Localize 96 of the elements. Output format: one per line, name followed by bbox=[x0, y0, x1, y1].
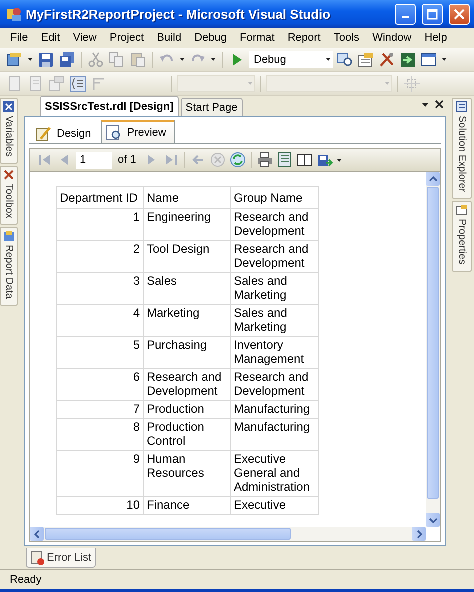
view-tab[interactable]: Preview bbox=[101, 120, 176, 143]
maximize-button[interactable] bbox=[422, 4, 443, 24]
find-icon[interactable] bbox=[337, 52, 353, 68]
design-icon bbox=[36, 126, 52, 142]
table-cell: Tool Design bbox=[144, 240, 230, 272]
page-setup-icon[interactable] bbox=[297, 152, 314, 168]
table-cell: 10 bbox=[56, 496, 144, 514]
table-cell: Purchasing bbox=[144, 336, 230, 368]
document-tab[interactable]: Start Page bbox=[180, 98, 243, 116]
table-cell: 9 bbox=[56, 450, 144, 496]
table-cell: Executive General and Administration bbox=[230, 450, 318, 496]
scroll-left-button[interactable] bbox=[30, 527, 44, 541]
scroll-up-button[interactable] bbox=[426, 172, 440, 186]
table-cell: Research and Development bbox=[230, 208, 318, 240]
side-panel-tab[interactable]: Solution Explorer bbox=[452, 98, 472, 200]
solution-icon bbox=[456, 101, 468, 113]
scrollbar-thumb[interactable] bbox=[427, 187, 439, 499]
maximize-icon[interactable] bbox=[427, 8, 438, 20]
properties-icon[interactable] bbox=[358, 52, 374, 68]
menu-item[interactable]: Build bbox=[150, 30, 188, 46]
table-cell: Inventory Management bbox=[230, 336, 318, 368]
menu-item[interactable]: Project bbox=[103, 30, 151, 46]
outline-icon[interactable] bbox=[70, 76, 86, 92]
side-panel-tab[interactable]: Toolbox bbox=[0, 166, 18, 226]
caret-icon[interactable] bbox=[336, 156, 344, 164]
table-cell: 5 bbox=[56, 336, 144, 368]
preview-icon bbox=[106, 124, 122, 140]
refresh-icon[interactable] bbox=[230, 152, 246, 168]
table-cell: Research and Development bbox=[144, 368, 230, 400]
page-number-field[interactable]: 1 bbox=[76, 152, 112, 168]
window-title: MyFirstR2ReportProject - Microsoft Visual Studio bbox=[26, 6, 332, 22]
properties-icon bbox=[456, 204, 468, 216]
import-icon[interactable] bbox=[400, 52, 416, 68]
document-tab[interactable]: SSISSrcTest.rdl [Design] bbox=[40, 96, 179, 116]
side-panel-tab[interactable]: Report Data bbox=[0, 227, 18, 306]
menu-item[interactable]: Format bbox=[234, 30, 282, 46]
table-cell: 8 bbox=[56, 418, 144, 450]
column-header: Department ID bbox=[56, 186, 144, 208]
configuration-dropdown[interactable]: Debug bbox=[249, 51, 333, 68]
menu-item[interactable]: Debug bbox=[188, 30, 234, 46]
table-cell: 6 bbox=[56, 368, 144, 400]
table-cell: 3 bbox=[56, 272, 144, 304]
window-icon[interactable] bbox=[421, 52, 437, 68]
caret-icon[interactable] bbox=[210, 56, 217, 63]
new-project-icon[interactable] bbox=[7, 52, 23, 68]
table-cell: Sales bbox=[144, 272, 230, 304]
table-cell: Sales and Marketing bbox=[230, 304, 318, 336]
caret-icon[interactable] bbox=[27, 56, 34, 63]
scrollbar-thumb[interactable] bbox=[45, 528, 291, 540]
print-layout-icon[interactable] bbox=[277, 152, 294, 168]
caret-icon[interactable] bbox=[441, 56, 448, 63]
menu-item[interactable]: Help bbox=[418, 30, 454, 46]
table-cell: Manufacturing bbox=[230, 400, 318, 418]
menu-item[interactable]: Edit bbox=[34, 30, 67, 46]
menu-item[interactable]: Window bbox=[366, 30, 418, 46]
column-header: Group Name bbox=[230, 186, 318, 208]
menu-item[interactable]: File bbox=[4, 30, 35, 46]
menu-item[interactable]: Report bbox=[281, 30, 328, 46]
menu-item[interactable]: Tools bbox=[327, 30, 366, 46]
close-icon[interactable] bbox=[435, 100, 444, 109]
table-cell: Human Resources bbox=[144, 450, 230, 496]
table-cell: Marketing bbox=[144, 304, 230, 336]
variables-icon bbox=[3, 101, 15, 113]
panel-tab[interactable]: Error List bbox=[26, 548, 96, 568]
clipboard-error-icon bbox=[30, 550, 45, 566]
page-count: of 1 bbox=[118, 154, 136, 166]
caret-icon[interactable] bbox=[179, 56, 186, 63]
export-icon[interactable] bbox=[317, 152, 334, 168]
table-cell: Finance bbox=[144, 496, 230, 514]
print-icon[interactable] bbox=[257, 152, 274, 168]
save-all-icon[interactable] bbox=[59, 52, 75, 68]
table-cell: Engineering bbox=[144, 208, 230, 240]
save-icon[interactable] bbox=[38, 52, 54, 68]
app-icon bbox=[6, 6, 22, 22]
database-icon bbox=[3, 230, 15, 242]
dropdown-icon[interactable] bbox=[422, 101, 429, 108]
table-cell: 2 bbox=[56, 240, 144, 272]
table-cell: 7 bbox=[56, 400, 144, 418]
table-cell: Manufacturing bbox=[230, 418, 318, 450]
side-panel-tab[interactable]: Variables bbox=[0, 98, 18, 164]
menu-item[interactable]: View bbox=[66, 30, 104, 46]
table-cell: Production Control bbox=[144, 418, 230, 450]
table-cell: 1 bbox=[56, 208, 144, 240]
table-cell: Research and Development bbox=[230, 240, 318, 272]
table-cell: 4 bbox=[56, 304, 144, 336]
minimize-button[interactable] bbox=[395, 4, 416, 24]
side-panel-tab[interactable]: Properties bbox=[452, 201, 472, 272]
table-cell: Sales and Marketing bbox=[230, 272, 318, 304]
close-button[interactable] bbox=[449, 4, 470, 24]
column-header: Name bbox=[144, 186, 230, 208]
caret-icon[interactable] bbox=[325, 56, 332, 63]
scroll-right-button[interactable] bbox=[412, 527, 426, 541]
table-cell: Research and Development bbox=[230, 368, 318, 400]
scroll-down-button[interactable] bbox=[426, 513, 440, 527]
table-cell: Production bbox=[144, 400, 230, 418]
table-cell: Executive bbox=[230, 496, 318, 514]
